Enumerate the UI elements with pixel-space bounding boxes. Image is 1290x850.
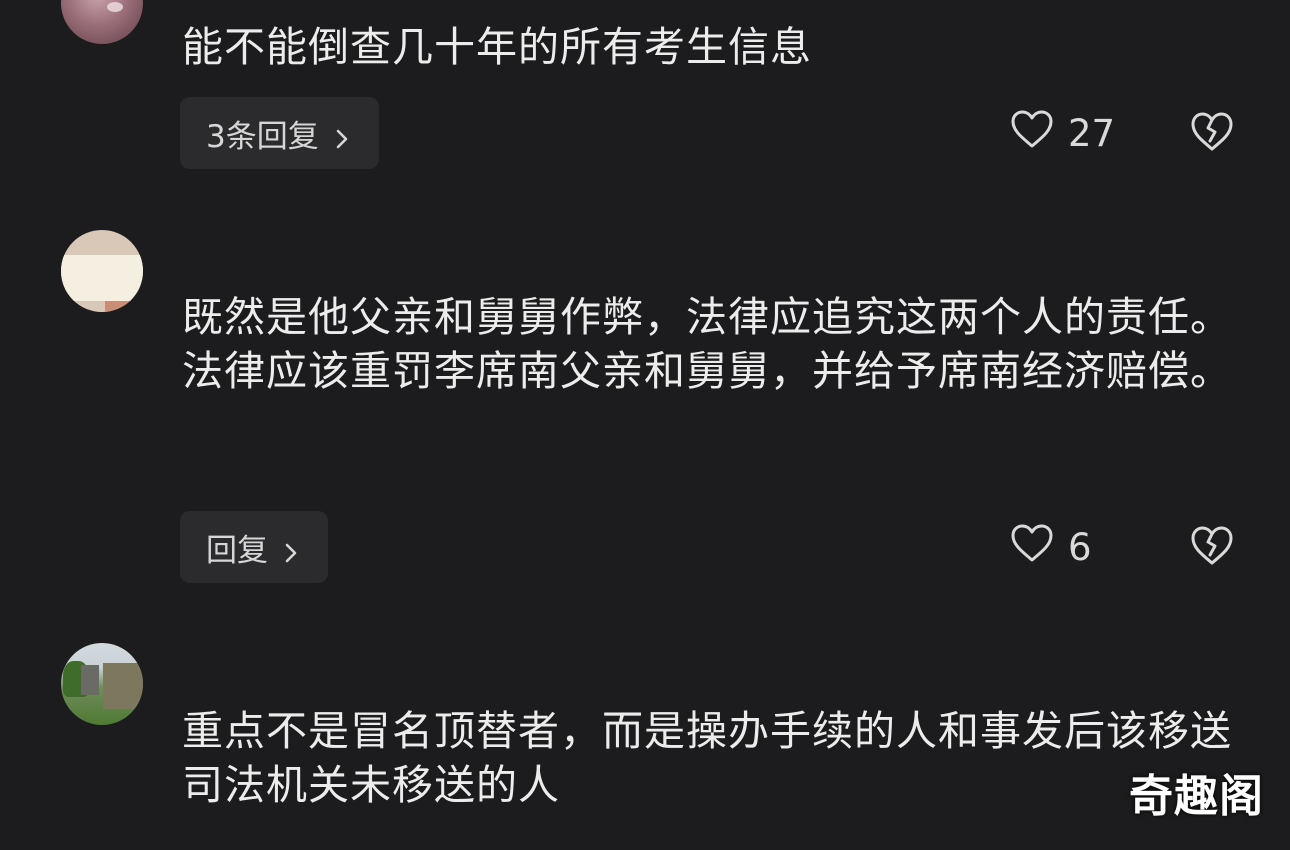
reply-label: 3条回复: [206, 118, 319, 155]
avatar-highlight: [107, 2, 123, 12]
dislike-button[interactable]: [1189, 110, 1235, 156]
like-count: 6: [1068, 525, 1092, 569]
comment-text: 能不能倒查几十年的所有考生信息: [182, 23, 812, 71]
watermark: 奇趣阁: [1129, 771, 1264, 822]
reply-label: 回复: [206, 532, 268, 569]
like-button[interactable]: 6: [1010, 522, 1092, 572]
avatar[interactable]: [61, 0, 143, 44]
chevron-right-icon: [280, 536, 302, 563]
comment-text: 既然是他父亲和舅舅作弊，法律应追究这两个人的责任。法律应该重罚李席南父亲和舅舅，…: [182, 293, 1232, 395]
comment-text: 重点不是冒名顶替者，而是操办手续的人和事发后该移送司法机关未移送的人: [182, 707, 1232, 809]
chevron-right-icon: [331, 122, 353, 149]
comment-list: 能不能倒查几十年的所有考生信息 3条回复 27 既然是他父亲和舅舅作弊，法律应追…: [0, 0, 1290, 850]
avatar-overlay: [103, 663, 143, 709]
avatar[interactable]: [61, 643, 143, 725]
reply-button[interactable]: 回复: [180, 511, 328, 583]
view-replies-button[interactable]: 3条回复: [180, 97, 379, 169]
dislike-button[interactable]: [1189, 524, 1235, 570]
avatar[interactable]: [61, 230, 143, 312]
heart-outline-icon: [1010, 109, 1054, 158]
like-count: 27: [1068, 111, 1116, 155]
heart-outline-icon: [1010, 523, 1054, 572]
broken-heart-icon: [1191, 112, 1233, 151]
like-button[interactable]: 27: [1010, 108, 1115, 158]
avatar-detail: [81, 665, 99, 695]
avatar-overlay: [61, 255, 143, 301]
broken-heart-icon: [1191, 526, 1233, 565]
